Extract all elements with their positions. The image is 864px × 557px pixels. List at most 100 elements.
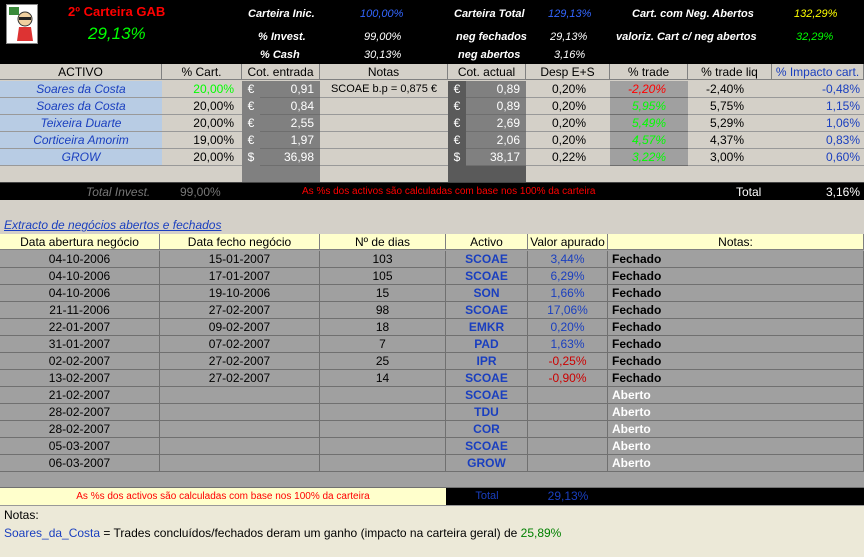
fecho-cell: 27-02-2007 xyxy=(160,370,320,387)
entrada-cell: 2,55 xyxy=(260,115,320,132)
valor-cell xyxy=(528,455,608,472)
activo-cell: Teixeira Duarte xyxy=(0,115,162,132)
notas-cell[interactable] xyxy=(320,98,448,115)
trade-cell: 5,49% xyxy=(610,115,688,132)
activo-cell: SCOAE xyxy=(446,302,528,319)
notas-cell[interactable]: SCOAE b.p = 0,875 € xyxy=(320,81,448,98)
column-header: Notas xyxy=(320,64,448,80)
valor-cell: -0,25% xyxy=(528,353,608,370)
portfolio-title: 2º Carteira GAB xyxy=(68,4,166,19)
dias-cell: 14 xyxy=(320,370,446,387)
carteira-inic-label: Carteira Inic. xyxy=(248,8,315,20)
notas-cell[interactable] xyxy=(320,132,448,149)
entrada-cell: 0,91 xyxy=(260,81,320,98)
activo-cell: IPR xyxy=(446,353,528,370)
fecho-cell xyxy=(160,455,320,472)
notes-label: Notas: xyxy=(4,508,39,522)
notes-body: = Trades concluídos/fechados deram um ga… xyxy=(100,526,521,540)
status-cell: Fechado xyxy=(608,370,864,387)
trade-cell: -2,20% xyxy=(610,81,688,98)
column-header: % Cart. xyxy=(162,64,242,80)
invest-value: 99,00% xyxy=(364,31,402,43)
entrada-cell: 36,98 xyxy=(260,149,320,166)
total-invest-label: Total Invest. xyxy=(86,185,151,199)
column-header: Activo xyxy=(446,234,528,250)
abertura-cell: 04-10-2006 xyxy=(0,285,160,302)
empty-row xyxy=(0,472,864,488)
dias-cell: 18 xyxy=(320,319,446,336)
actual-cell: 2,69 xyxy=(466,115,526,132)
dias-cell xyxy=(320,438,446,455)
abertura-cell: 22-01-2007 xyxy=(0,319,160,336)
currency-symbol: € xyxy=(448,81,466,98)
cart-neg-label: Cart. com Neg. Abertos xyxy=(632,8,754,20)
status-cell: Fechado xyxy=(608,302,864,319)
status-cell: Fechado xyxy=(608,285,864,302)
dias-cell: 7 xyxy=(320,336,446,353)
activo-cell: SCOAE xyxy=(446,370,528,387)
valor-cell xyxy=(528,404,608,421)
total-label: Total xyxy=(736,185,762,199)
column-header: Data abertura negócio xyxy=(0,234,160,250)
cart-neg-value: 132,29% xyxy=(794,8,838,20)
notas-cell[interactable] xyxy=(320,115,448,132)
column-header: Data fecho negócio xyxy=(160,234,320,250)
activo-cell: SCOAE xyxy=(446,251,528,268)
fecho-cell xyxy=(160,387,320,404)
dias-cell: 105 xyxy=(320,268,446,285)
trade-liq-cell: 5,75% xyxy=(688,98,772,115)
currency-symbol: $ xyxy=(242,149,260,166)
abertura-cell: 13-02-2007 xyxy=(0,370,160,387)
desp-cell: 0,20% xyxy=(526,81,610,98)
header-panel: 2º Carteira GAB 29,13% Carteira Inic. 10… xyxy=(0,0,864,64)
activo-cell: GROW xyxy=(446,455,528,472)
notas-cell[interactable] xyxy=(320,149,448,166)
status-cell: Aberto xyxy=(608,455,864,472)
abertura-cell: 28-02-2007 xyxy=(0,421,160,438)
trade-liq-cell: -2,40% xyxy=(688,81,772,98)
impacto-cell: 1,15% xyxy=(772,98,864,115)
fecho-cell: 15-01-2007 xyxy=(160,251,320,268)
fecho-cell: 17-01-2007 xyxy=(160,268,320,285)
abertura-cell: 06-03-2007 xyxy=(0,455,160,472)
currency-symbol: $ xyxy=(448,149,466,166)
actual-cell: 0,89 xyxy=(466,81,526,98)
empty-row xyxy=(242,166,320,182)
valor-cell xyxy=(528,421,608,438)
desp-cell: 0,20% xyxy=(526,132,610,149)
desp-cell: 0,20% xyxy=(526,115,610,132)
currency-symbol: € xyxy=(448,115,466,132)
fecho-cell: 19-10-2006 xyxy=(160,285,320,302)
cart-cell: 20,00% xyxy=(162,81,242,98)
activo-cell: COR xyxy=(446,421,528,438)
activo-cell: SCOAE xyxy=(446,438,528,455)
portfolio-note: As %s dos activos são calculadas com bas… xyxy=(302,186,596,197)
extract-table: Data abertura negócio Data fecho negócio N… xyxy=(0,234,864,488)
currency-symbol: € xyxy=(242,81,260,98)
status-cell: Aberto xyxy=(608,387,864,404)
total-invest-bar: Total Invest. 99,00% As %s dos activos s… xyxy=(0,182,864,200)
activo-cell: SCOAE xyxy=(446,268,528,285)
activo-cell: SCOAE xyxy=(446,387,528,404)
empty-row xyxy=(448,166,526,182)
activo-cell: EMKR xyxy=(446,319,528,336)
actual-cell: 2,06 xyxy=(466,132,526,149)
column-header: % trade xyxy=(610,64,688,80)
extract-total-value: 29,13% xyxy=(528,488,608,505)
invest-label: % Invest. xyxy=(258,31,306,43)
column-header: Cot. entrada xyxy=(242,64,320,80)
abertura-cell: 21-11-2006 xyxy=(0,302,160,319)
activo-cell: GROW xyxy=(0,149,162,166)
valor-cell xyxy=(528,438,608,455)
trade-liq-cell: 5,29% xyxy=(688,115,772,132)
impacto-cell: 0,83% xyxy=(772,132,864,149)
activo-cell: Corticeira Amorim xyxy=(0,132,162,149)
abertura-cell: 04-10-2006 xyxy=(0,268,160,285)
cart-cell: 20,00% xyxy=(162,115,242,132)
cart-cell: 20,00% xyxy=(162,98,242,115)
fecho-cell xyxy=(160,438,320,455)
desp-cell: 0,20% xyxy=(526,98,610,115)
entrada-cell: 1,97 xyxy=(260,132,320,149)
column-header: Nº de dias xyxy=(320,234,446,250)
total-invest-value: 99,00% xyxy=(180,185,221,199)
